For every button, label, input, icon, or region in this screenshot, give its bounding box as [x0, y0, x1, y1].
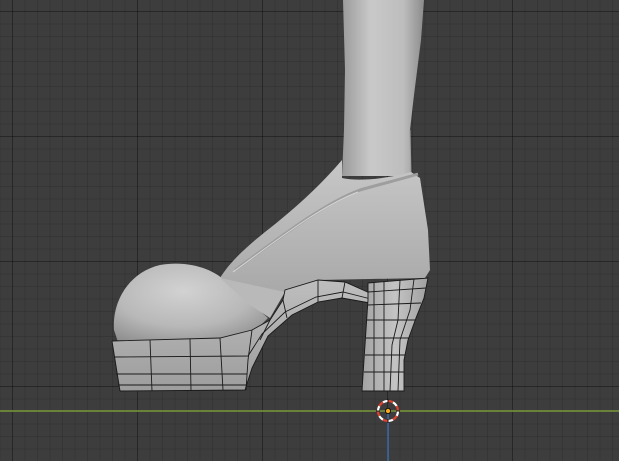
viewport-scene[interactable]: [0, 0, 619, 461]
heel-mesh[interactable]: [361, 277, 429, 392]
object-origin-icon: [384, 407, 391, 414]
3d-viewport[interactable]: [0, 0, 619, 461]
leg-mesh[interactable]: [342, 0, 424, 177]
